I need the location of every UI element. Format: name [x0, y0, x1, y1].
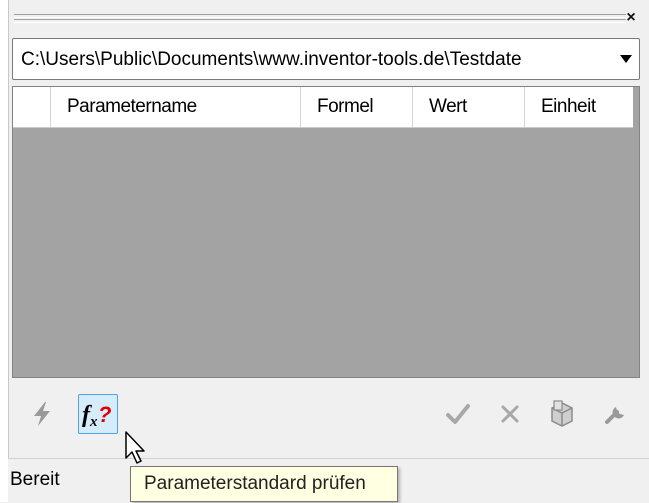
wrench-icon [605, 407, 624, 424]
column-header-einheit[interactable]: Einheit [525, 87, 633, 127]
part-button[interactable] [542, 394, 582, 434]
tooltip: Parameterstandard prüfen [130, 466, 398, 502]
close-button[interactable]: × [622, 9, 640, 27]
lightning-icon [34, 402, 50, 426]
checkmark-icon [446, 404, 470, 424]
function-check-icon: f x ? [82, 402, 111, 430]
column-header-parametername[interactable]: Parametername [51, 87, 301, 127]
row-header-cell [13, 87, 51, 127]
window-left-border [0, 0, 9, 502]
svg-text:x: x [89, 414, 98, 430]
column-header-formel[interactable]: Formel [301, 87, 413, 127]
status-text: Bereit [10, 469, 60, 490]
cancel-button[interactable] [490, 394, 530, 434]
mouse-cursor-icon [125, 431, 145, 464]
action-toolbar: f x ? [12, 390, 640, 438]
table-header: Parametername Formel Wert Einheit [13, 87, 633, 128]
parameter-table[interactable]: Parametername Formel Wert Einheit [12, 86, 640, 378]
check-parameter-standard-button[interactable]: f x ? [78, 394, 118, 434]
chevron-down-icon[interactable] [619, 54, 633, 64]
path-dropdown-value: C:\Users\Public\Documents\www.inventor-t… [21, 49, 522, 70]
drag-grip[interactable] [14, 14, 626, 23]
part-icon [551, 400, 573, 427]
settings-button[interactable] [596, 394, 636, 434]
column-header-wert[interactable]: Wert [413, 87, 525, 127]
panel-titlebar[interactable]: × [10, 8, 640, 30]
path-dropdown[interactable]: C:\Users\Public\Documents\www.inventor-t… [12, 38, 640, 80]
apply-button[interactable] [438, 394, 478, 434]
update-button[interactable] [22, 394, 62, 434]
svg-text:?: ? [98, 402, 111, 427]
close-icon [501, 405, 519, 423]
